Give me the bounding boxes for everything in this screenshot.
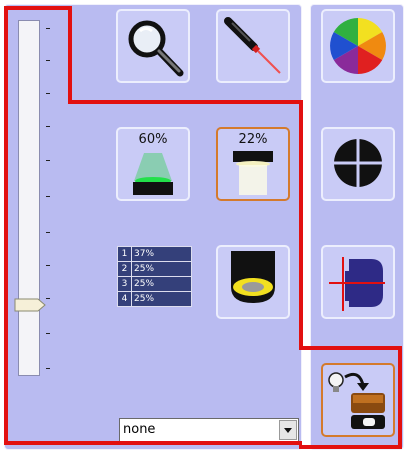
laser-pointer-icon <box>224 17 281 74</box>
channel-percent: 25% <box>131 261 192 277</box>
slider-tick <box>46 333 50 334</box>
table-row: 1 37% <box>117 246 192 262</box>
dropdown-arrow-button[interactable] <box>279 420 297 440</box>
slider-tick <box>46 93 50 94</box>
slider-tick <box>46 160 50 161</box>
table-row: 4 25% <box>117 291 192 307</box>
mode-select-value: none <box>123 422 156 437</box>
light-to-camera-icon <box>328 372 385 429</box>
flood-light-button[interactable]: 22% <box>216 127 290 201</box>
ring-light-icon <box>231 251 275 303</box>
channel-percent: 37% <box>131 246 192 262</box>
slider-tick <box>46 126 50 127</box>
channel-number: 4 <box>117 291 132 307</box>
slider-tick <box>46 60 50 61</box>
chevron-down-icon <box>284 428 292 433</box>
spot-light-button[interactable]: 60% <box>116 127 190 201</box>
channel-number: 2 <box>117 261 132 277</box>
slider-tick <box>46 232 50 233</box>
laser-pointer-tool-button[interactable] <box>216 9 290 83</box>
alignment-target-icon <box>329 257 385 311</box>
slider-thumb[interactable] <box>14 298 46 312</box>
magnifier-tool-button[interactable] <box>116 9 190 83</box>
slider-tick <box>46 28 50 29</box>
slider-tick <box>46 368 50 369</box>
channel-number: 1 <box>117 246 132 262</box>
slider-tick <box>46 265 50 266</box>
light-to-camera-button[interactable] <box>321 363 395 437</box>
color-wheel-icon <box>330 18 386 74</box>
flood-light-icon <box>233 151 273 195</box>
channel-percent: 25% <box>131 276 192 292</box>
intensity-slider-track[interactable] <box>18 20 40 376</box>
slider-tick <box>46 298 50 299</box>
color-wheel-button[interactable] <box>321 9 395 83</box>
spot-light-icon <box>133 153 173 195</box>
crosshair-icon <box>332 137 384 189</box>
table-row: 2 25% <box>117 261 192 277</box>
ring-light-button[interactable] <box>216 245 290 319</box>
slider-tick <box>46 196 50 197</box>
alignment-target-button[interactable] <box>321 245 395 319</box>
channel-intensity-table: 1 37% 2 25% 3 25% 4 25% <box>117 246 192 307</box>
table-row: 3 25% <box>117 276 192 292</box>
magnifier-icon <box>128 20 184 77</box>
mode-select[interactable]: none <box>119 418 299 442</box>
channel-number: 3 <box>117 276 132 292</box>
channel-percent: 25% <box>131 291 192 307</box>
crosshair-button[interactable] <box>321 127 395 201</box>
